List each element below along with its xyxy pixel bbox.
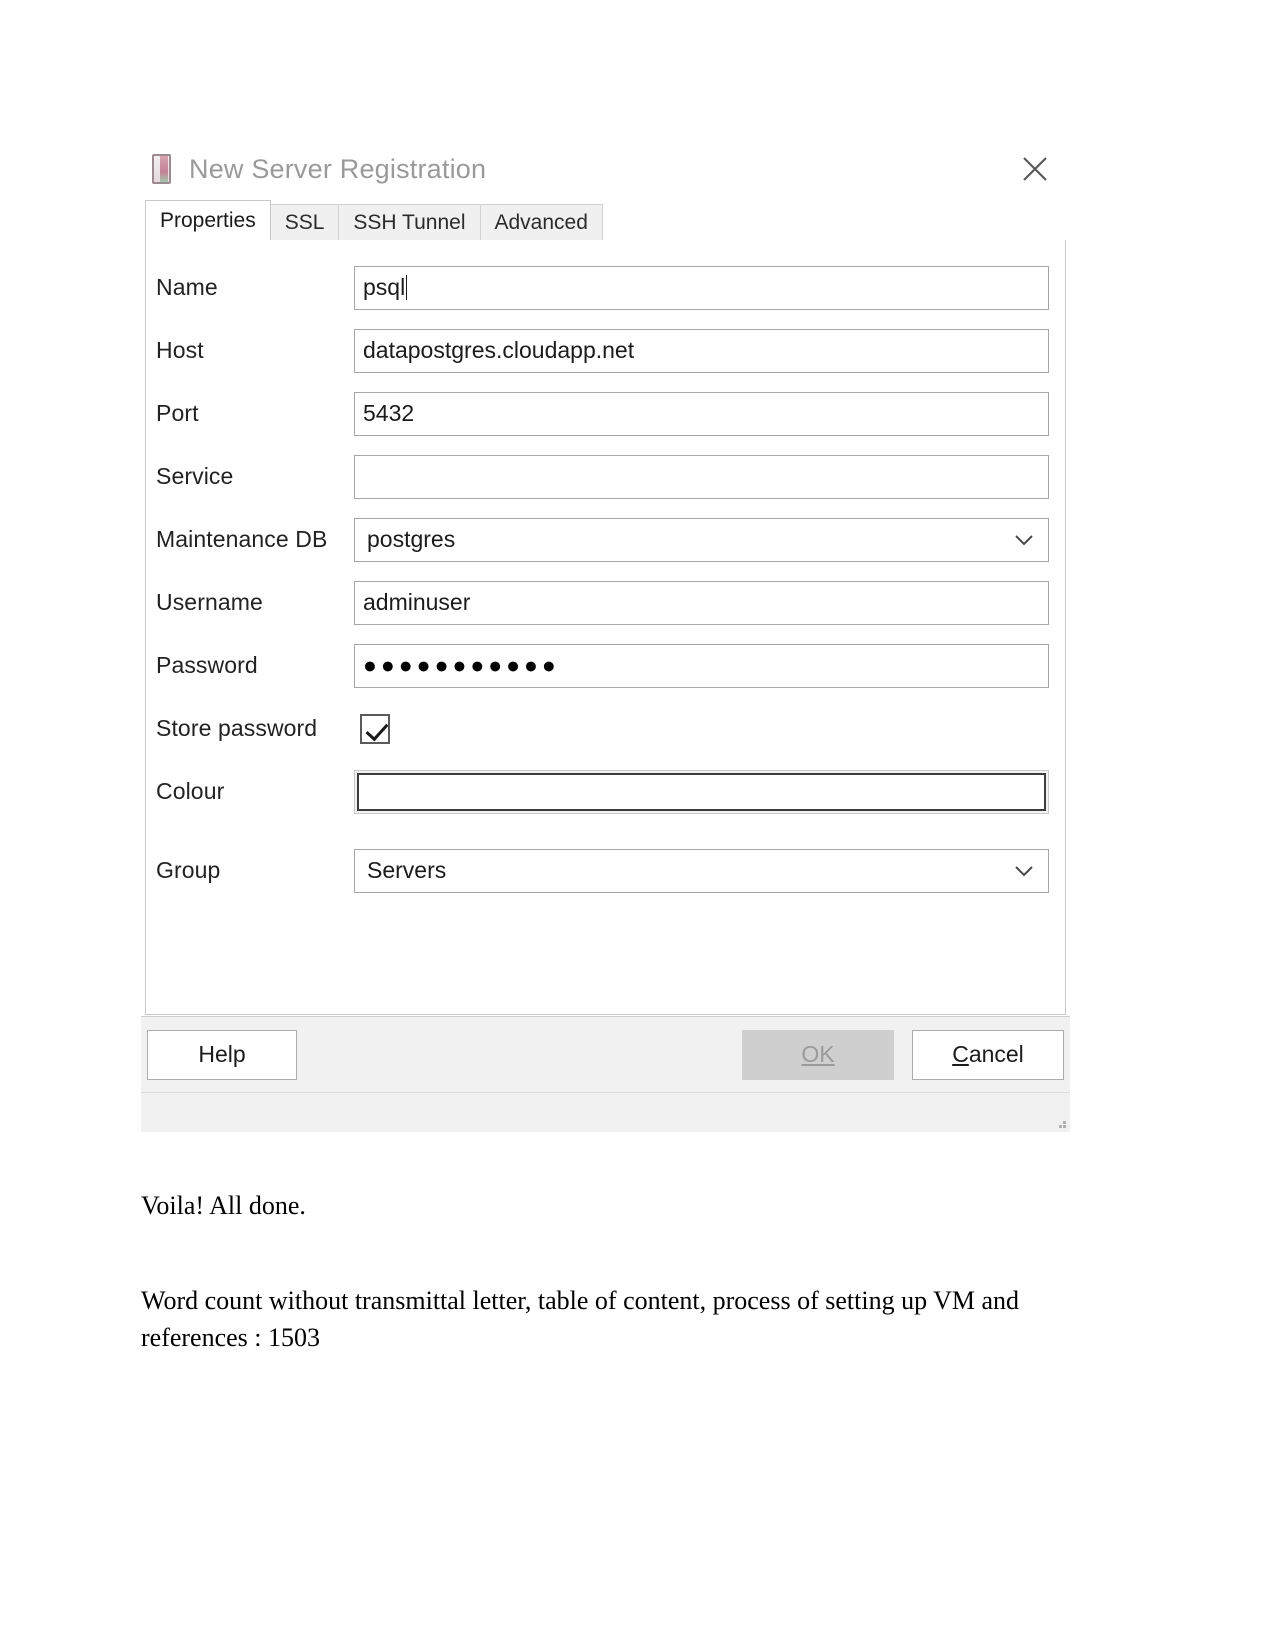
row-group: Group Servers bbox=[152, 839, 1059, 902]
tab-ssl[interactable]: SSL bbox=[269, 204, 340, 240]
colour-label: Colour bbox=[156, 778, 225, 804]
group-value: Servers bbox=[367, 857, 447, 883]
username-label: Username bbox=[156, 589, 263, 615]
tab-properties-label: Properties bbox=[160, 208, 256, 232]
store-password-label: Store password bbox=[156, 715, 318, 741]
maintenance-db-label: Maintenance DB bbox=[156, 526, 328, 552]
row-host: Host datapostgres.cloudapp.net bbox=[152, 319, 1059, 382]
new-server-registration-dialog: New Server Registration Properties SSL S… bbox=[141, 138, 1070, 1132]
password-input-value: ●●●●●●●●●●● bbox=[363, 654, 560, 677]
dialog-button-bar: Help OK Cancel bbox=[141, 1016, 1070, 1092]
row-port: Port 5432 bbox=[152, 382, 1059, 445]
help-button[interactable]: Help bbox=[147, 1029, 297, 1080]
username-input[interactable]: adminuser bbox=[354, 580, 1049, 625]
chevron-down-icon[interactable] bbox=[1012, 859, 1036, 883]
server-icon bbox=[149, 152, 175, 186]
tab-advanced-label: Advanced bbox=[494, 210, 588, 234]
tab-ssl-label: SSL bbox=[284, 210, 325, 234]
colour-swatch bbox=[357, 772, 1046, 811]
row-colour: Colour bbox=[152, 760, 1059, 823]
port-input[interactable]: 5432 bbox=[354, 391, 1049, 436]
store-password-checkbox[interactable] bbox=[360, 713, 390, 744]
row-password: Password ●●●●●●●●●●● bbox=[152, 634, 1059, 697]
service-label: Service bbox=[156, 463, 234, 489]
voila-line: Voila! All done. bbox=[141, 1191, 306, 1220]
tab-advanced[interactable]: Advanced bbox=[479, 204, 603, 240]
port-input-value: 5432 bbox=[363, 400, 415, 426]
host-input-value: datapostgres.cloudapp.net bbox=[363, 337, 635, 363]
service-input[interactable] bbox=[354, 454, 1049, 499]
dialog-status-strip bbox=[141, 1092, 1070, 1132]
password-label: Password bbox=[156, 652, 258, 678]
word-count-paragraph: Word count without transmittal letter, t… bbox=[141, 1286, 1020, 1352]
tab-ssh-tunnel[interactable]: SSH Tunnel bbox=[338, 204, 481, 240]
password-input[interactable]: ●●●●●●●●●●● bbox=[354, 643, 1049, 688]
cancel-button[interactable]: Cancel bbox=[912, 1029, 1064, 1080]
dialog-tabstrip: Properties SSL SSH Tunnel Advanced bbox=[141, 200, 1070, 240]
resize-grip[interactable] bbox=[1055, 1117, 1067, 1129]
name-input-value: psql bbox=[363, 274, 406, 300]
properties-panel: Name psql Host datapostgres.cloudapp.net… bbox=[145, 239, 1066, 1015]
maintenance-db-select[interactable]: postgres bbox=[354, 517, 1049, 562]
dialog-titlebar: New Server Registration bbox=[141, 138, 1070, 200]
row-store-password: Store password bbox=[152, 697, 1059, 760]
port-label: Port bbox=[156, 400, 199, 426]
host-label: Host bbox=[156, 337, 204, 363]
host-input[interactable]: datapostgres.cloudapp.net bbox=[354, 328, 1049, 373]
help-button-label: Help bbox=[198, 1041, 246, 1067]
colour-select[interactable] bbox=[354, 769, 1049, 814]
row-username: Username adminuser bbox=[152, 571, 1059, 634]
ok-button[interactable]: OK bbox=[742, 1029, 894, 1080]
close-icon[interactable] bbox=[1012, 146, 1058, 192]
row-name: Name psql bbox=[152, 256, 1059, 319]
tab-properties[interactable]: Properties bbox=[145, 200, 271, 240]
username-input-value: adminuser bbox=[363, 589, 471, 615]
name-input[interactable]: psql bbox=[354, 265, 1049, 310]
tab-ssh-tunnel-label: SSH Tunnel bbox=[353, 210, 466, 234]
name-label: Name bbox=[156, 274, 218, 300]
maintenance-db-value: postgres bbox=[367, 526, 456, 552]
row-maintenance-db: Maintenance DB postgres bbox=[152, 508, 1059, 571]
row-service: Service bbox=[152, 445, 1059, 508]
cancel-button-label: Cancel bbox=[952, 1041, 1024, 1067]
ok-button-label: OK bbox=[801, 1041, 835, 1067]
group-select[interactable]: Servers bbox=[354, 848, 1049, 893]
dialog-title: New Server Registration bbox=[189, 153, 487, 184]
group-label: Group bbox=[156, 857, 221, 883]
chevron-down-icon[interactable] bbox=[1012, 528, 1036, 552]
